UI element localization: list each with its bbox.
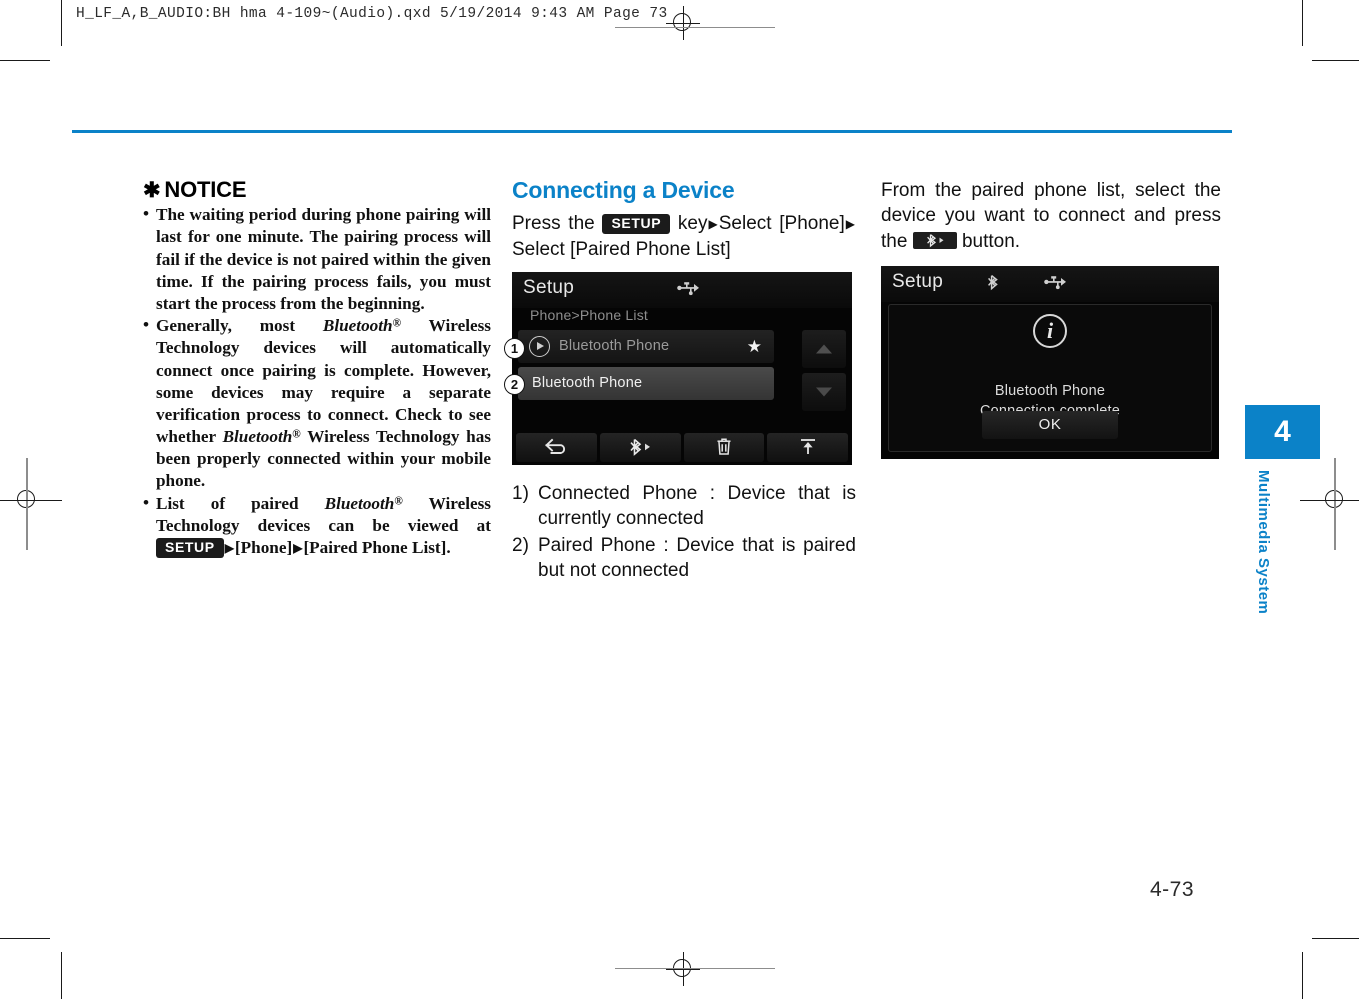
connecting-device-column: Connecting a Device Press the SETUP key▶…	[504, 177, 856, 585]
setup-key-badge[interactable]: SETUP	[602, 214, 671, 234]
notice-asterisk-icon: ✱	[143, 179, 161, 202]
bluetooth-trademark: Bluetooth®	[322, 316, 402, 336]
bluetooth-connect-icon[interactable]	[912, 231, 957, 249]
section-heading-connecting-a-device: Connecting a Device	[512, 177, 735, 203]
scroll-up-icon[interactable]	[802, 329, 846, 368]
legend-number: 2)	[512, 534, 529, 556]
bluetooth-icon	[987, 274, 1001, 297]
notice-heading-text: NOTICE	[164, 177, 247, 202]
registration-arm-right-v	[1334, 458, 1336, 550]
notice-item: Generally, most Bluetooth® Wireless Tech…	[143, 314, 491, 493]
legend-text: Connected Phone : Device that is current…	[538, 482, 856, 529]
chapter-title-vertical: Multimedia System	[1255, 470, 1272, 615]
device-breadcrumb: Phone>Phone List	[530, 306, 649, 323]
chapter-tab-number: 4	[1245, 405, 1320, 459]
instruction-step2: Select [Phone]	[718, 213, 845, 235]
connect-result-column: From the paired phone list, select the d…	[881, 178, 1221, 459]
registration-arm-right-h	[1300, 499, 1359, 501]
delete-icon[interactable]	[683, 432, 765, 462]
crop-mark-br-h	[1312, 938, 1359, 940]
legend-number: 1)	[512, 482, 529, 504]
connect-result-paragraph: From the paired phone list, select the d…	[881, 178, 1221, 254]
crop-mark-tr-v	[1302, 0, 1304, 46]
registration-mark-top	[666, 6, 700, 40]
bluetooth-trademark: Bluetooth®	[222, 427, 301, 447]
bluetooth-trademark: Bluetooth®	[324, 493, 403, 513]
crop-mark-tl-h	[0, 60, 50, 62]
device-screenshot-connection-complete: Setup i Bluetooth Phone OK	[881, 265, 1219, 459]
list-item-label: Bluetooth Phone	[532, 375, 643, 392]
device-screen-title: Setup	[523, 276, 575, 298]
phone-list-legend: 1) Connected Phone : Device that is curr…	[512, 481, 856, 583]
instruction-before-key: Press the	[512, 213, 595, 235]
list-item-label: Bluetooth Phone	[559, 338, 670, 355]
crop-mark-bl-v	[61, 952, 63, 999]
setup-key-badge[interactable]: SETUP	[156, 538, 224, 558]
device-toolbar	[512, 431, 852, 465]
callout-number-2: 2	[504, 373, 525, 395]
notice-column: ✱NOTICE The waiting period during phone …	[143, 177, 491, 560]
notice-heading: ✱ NOTICE	[143, 177, 491, 202]
list-item-paired-phone[interactable]: Bluetooth Phone	[518, 366, 774, 400]
list-item-connected-phone[interactable]: Bluetooth Phone ★	[518, 329, 774, 363]
registration-arm-top	[615, 27, 775, 29]
play-icon	[529, 335, 550, 357]
back-icon[interactable]	[516, 432, 597, 462]
list-scroll-controls	[802, 329, 846, 416]
legend-text: Paired Phone : Device that is paired but…	[538, 534, 856, 582]
step-arrow-icon: ▶	[708, 217, 718, 232]
page-number: 4-73	[1150, 878, 1195, 901]
star-icon[interactable]: ★	[747, 338, 762, 355]
bluetooth-connect-icon[interactable]	[599, 432, 681, 462]
instruction-after-key: key	[677, 213, 708, 235]
dialog-message-line1: Bluetooth Phone	[994, 382, 1106, 399]
usb-icon	[677, 280, 699, 301]
crop-mark-bl-h	[0, 938, 50, 940]
chapter-number: 4	[1274, 415, 1291, 448]
registration-arm-left-h	[0, 499, 62, 501]
legend-row: 1) Connected Phone : Device that is curr…	[512, 481, 856, 531]
registration-arm-left-v	[26, 458, 28, 550]
callout-number-1: 1	[504, 337, 525, 359]
registration-arm-bottom	[615, 968, 775, 970]
connection-complete-dialog: i Bluetooth Phone Connection complete OK	[888, 303, 1212, 452]
prepress-header-line: H_LF_A,B_AUDIO:BH hma 4-109~(Audio).qxd …	[76, 6, 668, 22]
step-arrow-icon: ▶	[845, 217, 856, 232]
crop-mark-tr-h	[1312, 60, 1359, 62]
step-arrow-icon: ▶	[293, 541, 303, 555]
notice-item: The waiting period during phone pairing …	[143, 203, 491, 315]
step-arrow-icon: ▶	[224, 541, 234, 555]
device-screenshot-phone-list: Setup Phone>Phone List Bluetooth Phone ★…	[512, 271, 852, 465]
ok-button[interactable]: OK	[982, 410, 1118, 439]
info-icon: i	[1033, 313, 1067, 348]
usb-icon	[1044, 274, 1066, 295]
instruction-step3: Select [Paired Phone List]	[512, 238, 731, 260]
device-screen-title: Setup	[892, 270, 944, 292]
legend-row: 2) Paired Phone : Device that is paired …	[512, 533, 856, 583]
connecting-instruction: Press the SETUP key▶Select [Phone]▶Selec…	[512, 211, 856, 262]
crop-mark-tl-v	[61, 0, 63, 46]
paired-phone-list: Bluetooth Phone ★ Bluetooth Phone	[518, 329, 774, 404]
upload-icon[interactable]	[767, 432, 848, 462]
notice-body: The waiting period during phone pairing …	[143, 203, 491, 560]
connect-result-text-after: button.	[961, 230, 1021, 252]
header-rule	[72, 130, 1232, 133]
notice-item: List of paired Bluetooth® Wireless Techn…	[143, 492, 491, 560]
scroll-down-icon[interactable]	[802, 372, 846, 411]
crop-mark-br-v	[1302, 952, 1304, 999]
